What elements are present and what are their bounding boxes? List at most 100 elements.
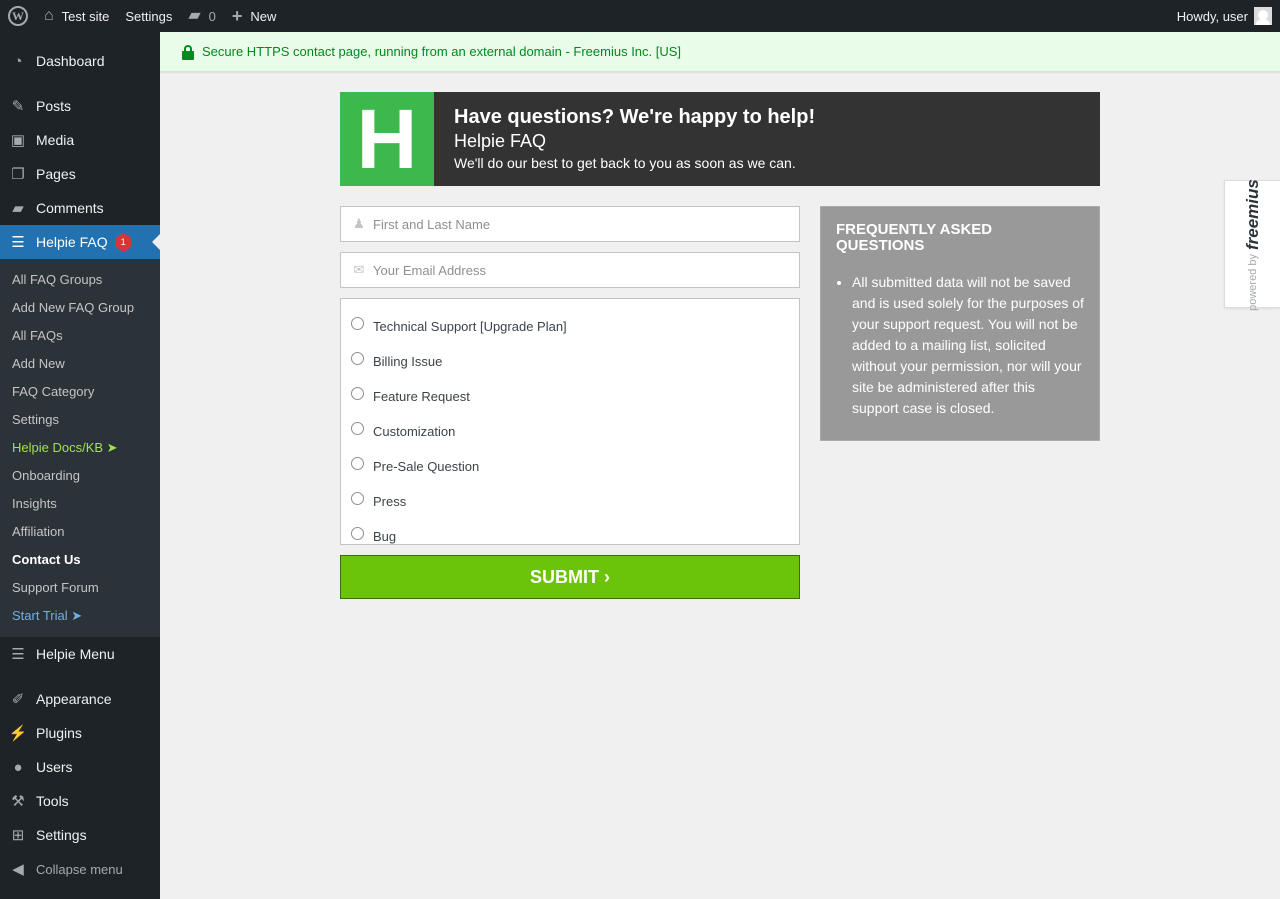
pushpin-icon: ✎ xyxy=(11,98,25,115)
freemius-badge[interactable]: powered by freemius xyxy=(1224,179,1280,311)
request-type-option[interactable]: Pre-Sale Question xyxy=(341,449,799,484)
submenu-affiliation[interactable]: Affiliation xyxy=(0,518,160,546)
home-icon: ⌂ xyxy=(44,7,54,24)
collapse-menu-label: Collapse menu xyxy=(36,861,123,877)
submenu-onboarding[interactable]: Onboarding xyxy=(0,462,160,490)
wp-logo-menu[interactable]: W xyxy=(0,0,36,32)
collapse-menu-button[interactable]: ◀ Collapse menu xyxy=(0,852,160,886)
plus-icon: + xyxy=(231,6,243,26)
menu-plugins[interactable]: ⚡ Plugins xyxy=(0,716,160,750)
faq-item: All submitted data will not be saved and… xyxy=(852,272,1084,419)
request-type-option[interactable]: Customization xyxy=(341,414,799,449)
email-field[interactable]: ✉ Your Email Address xyxy=(340,252,800,288)
admin-menu: ◔ Dashboard ✎ Posts ▣ Media ❐ Pages ▰ Co… xyxy=(0,32,160,899)
menu-appearance-label: Appearance xyxy=(36,691,112,707)
menu-helpie-menu[interactable]: ☰ Helpie Menu xyxy=(0,637,160,671)
menu-tools-label: Tools xyxy=(36,793,69,809)
menu-settings-label: Settings xyxy=(36,827,87,843)
submenu-support-forum[interactable]: Support Forum xyxy=(0,574,160,602)
helpie-logo: H xyxy=(340,92,434,186)
email-placeholder: Your Email Address xyxy=(373,262,486,278)
menu-posts[interactable]: ✎ Posts xyxy=(0,89,160,123)
admin-bar: W ⌂ Test site Settings ▰ 0 + New Howdy, … xyxy=(0,0,1280,32)
radio-button[interactable] xyxy=(351,527,364,540)
submenu-contact-us[interactable]: Contact Us xyxy=(0,546,160,574)
settings-sliders-icon: ⊞ xyxy=(11,827,25,844)
submit-button[interactable]: SUBMIT › xyxy=(340,555,800,599)
admin-bar-settings-link[interactable]: Settings xyxy=(117,0,180,32)
wordpress-icon: W xyxy=(8,6,28,26)
menu-media[interactable]: ▣ Media xyxy=(0,123,160,157)
menu-users-label: Users xyxy=(36,759,73,775)
request-type-label: Technical Support [Upgrade Plan] xyxy=(373,319,567,334)
freemius-logo: freemius xyxy=(1243,179,1262,250)
request-type-label: Pre-Sale Question xyxy=(373,459,480,474)
menu-comments-label: Comments xyxy=(36,200,104,216)
greeting-label: Howdy, user xyxy=(1176,8,1248,24)
faq-panel: FREQUENTLY ASKED QUESTIONS All submitted… xyxy=(820,206,1100,441)
name-placeholder: First and Last Name xyxy=(373,216,491,232)
menu-helpie-menu-label: Helpie Menu xyxy=(36,646,115,662)
list-view-icon: ☰ xyxy=(11,646,25,663)
plugin-name: Helpie FAQ xyxy=(454,131,547,151)
request-type-label: Bug xyxy=(373,529,397,544)
faq-list: All submitted data will not be saved and… xyxy=(836,272,1084,419)
menu-helpie-faq[interactable]: ☰ Helpie FAQ 1 xyxy=(0,225,160,259)
new-content-label: New xyxy=(250,8,277,24)
radio-button[interactable] xyxy=(351,387,364,400)
menu-helpie-faq-label: Helpie FAQ xyxy=(36,234,108,250)
radio-button[interactable] xyxy=(351,317,364,330)
collapse-arrow-icon: ◀ xyxy=(12,861,24,878)
submenu-add-new[interactable]: Add New xyxy=(0,350,160,378)
request-type-option[interactable]: Billing Issue xyxy=(341,344,799,379)
menu-pages[interactable]: ❐ Pages xyxy=(0,157,160,191)
submenu-settings[interactable]: Settings xyxy=(0,406,160,434)
submenu-all-faq-groups[interactable]: All FAQ Groups xyxy=(0,266,160,294)
menu-settings[interactable]: ⊞ Settings xyxy=(0,818,160,852)
dashboard-icon: ◔ xyxy=(13,52,23,70)
submenu-add-faq-group[interactable]: Add New FAQ Group xyxy=(0,294,160,322)
menu-comments[interactable]: ▰ Comments xyxy=(0,191,160,225)
radio-button[interactable] xyxy=(351,492,364,505)
request-type-option[interactable]: Technical Support [Upgrade Plan] xyxy=(341,309,799,344)
contact-subtitle: We'll do our best to get back to you as … xyxy=(454,155,796,171)
my-account-link[interactable]: Howdy, user xyxy=(1169,0,1280,32)
comments-count: 0 xyxy=(208,8,216,24)
menu-media-label: Media xyxy=(36,132,75,148)
menu-posts-label: Posts xyxy=(36,98,72,114)
wrench-icon: ⚒ xyxy=(11,793,25,810)
site-name-label: Test site xyxy=(61,8,110,24)
comments-icon: ▰ xyxy=(12,200,24,217)
radio-button[interactable] xyxy=(351,457,364,470)
request-type-option[interactable]: Press xyxy=(341,484,799,519)
menu-appearance[interactable]: ✐ Appearance xyxy=(0,682,160,716)
media-icon: ▣ xyxy=(10,132,26,149)
powered-by-label: powered by xyxy=(1247,254,1259,311)
helpie-faq-submenu: All FAQ Groups Add New FAQ Group All FAQ… xyxy=(0,259,160,637)
users-icon: ● xyxy=(13,758,23,776)
envelope-icon: ✉ xyxy=(353,262,365,277)
secure-page-notice: Secure HTTPS contact page, running from … xyxy=(160,32,1280,72)
request-type-label: Press xyxy=(373,494,407,509)
menu-tools[interactable]: ⚒ Tools xyxy=(0,784,160,818)
contact-header: H Have questions? We're happy to help! H… xyxy=(340,92,1100,186)
submenu-start-trial[interactable]: Start Trial ➤ xyxy=(0,602,160,630)
radio-button[interactable] xyxy=(351,422,364,435)
submenu-insights[interactable]: Insights xyxy=(0,490,160,518)
new-content-link[interactable]: + New xyxy=(224,0,285,32)
request-type-option[interactable]: Bug xyxy=(341,519,799,554)
menu-dashboard[interactable]: ◔ Dashboard xyxy=(0,44,160,78)
comment-bubble-icon: ▰ xyxy=(188,7,201,24)
contact-title: Have questions? We're happy to help! xyxy=(454,106,816,128)
radio-button[interactable] xyxy=(351,352,364,365)
menu-users[interactable]: ● Users xyxy=(0,750,160,784)
comments-link[interactable]: ▰ 0 xyxy=(180,0,224,32)
secure-notice-text: Secure HTTPS contact page, running from … xyxy=(202,44,682,59)
plugin-icon: ⚡ xyxy=(8,725,28,742)
submenu-helpie-docs[interactable]: Helpie Docs/KB ➤ xyxy=(0,434,160,462)
site-name-link[interactable]: ⌂ Test site xyxy=(36,0,117,32)
submenu-faq-category[interactable]: FAQ Category xyxy=(0,378,160,406)
submenu-all-faqs[interactable]: All FAQs xyxy=(0,322,160,350)
name-field[interactable]: ♟ First and Last Name xyxy=(340,206,800,242)
request-type-option[interactable]: Feature Request xyxy=(341,379,799,414)
